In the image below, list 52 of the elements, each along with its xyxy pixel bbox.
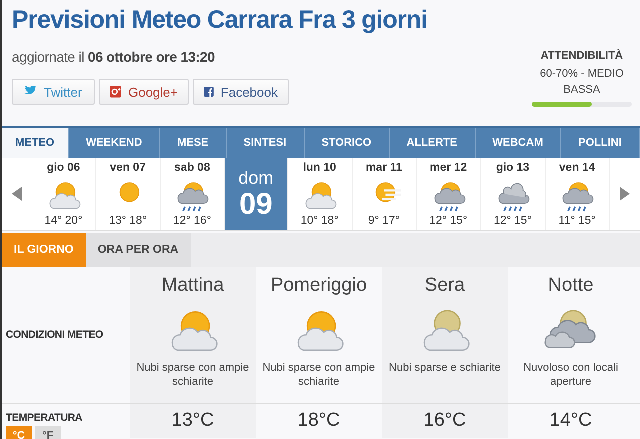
google-plus-icon xyxy=(110,86,122,98)
reliability-label: ATTENDIBILITÀ xyxy=(540,50,624,62)
period-name: Pomeriggio xyxy=(270,275,368,297)
temperature-range: 14° 20° xyxy=(44,215,83,227)
temperature-value: 13°C xyxy=(172,410,214,432)
period-name: Mattina xyxy=(162,275,224,297)
day-label: gio 06 xyxy=(47,162,80,174)
day-card[interactable]: gio 06 14° 20° xyxy=(32,158,96,230)
day-label: lun 10 xyxy=(303,162,336,174)
temperature-range: 12° 15° xyxy=(430,215,468,227)
condition-text: Nubi sparse con ampie schiarite xyxy=(136,361,250,389)
share-button[interactable]: Google+ xyxy=(99,79,189,105)
day-card[interactable]: mar 11 9° 17° xyxy=(352,158,417,230)
temperature-range: 13° 18° xyxy=(109,215,148,227)
day-label: gio 13 xyxy=(496,162,530,174)
day-label: mer 12 xyxy=(430,162,468,174)
share-button[interactable]: Twitter xyxy=(12,79,95,105)
temperature-value: 14°C xyxy=(550,410,592,432)
reliability-value: 60-70% - MEDIO BASSA xyxy=(539,67,625,98)
period-name: Sera xyxy=(424,275,466,297)
day-label: mar 11 xyxy=(366,162,402,174)
row-label: CONDIZIONI METEO xyxy=(6,329,104,341)
day-name: dom xyxy=(238,168,274,188)
nav-tab[interactable]: METEO xyxy=(2,128,69,158)
day-date: 09 xyxy=(239,188,273,220)
temperature-value: 16°C xyxy=(424,410,466,432)
facebook-icon xyxy=(204,86,214,98)
share-button[interactable]: Facebook xyxy=(193,79,289,105)
condition-text: Nuvoloso con locali aperture xyxy=(522,361,620,389)
day-label: sab 08 xyxy=(174,162,210,174)
update-text: aggiornate il 06 ottobre ore 13:20 xyxy=(12,49,216,65)
condition-text: Nubi sparse e schiarite xyxy=(389,361,501,375)
day-card[interactable]: lun 10 10° 18° xyxy=(288,158,352,230)
day-label: ven 07 xyxy=(110,162,146,174)
view-tab[interactable]: ORA PER ORA xyxy=(86,233,191,267)
temperature-range: 9° 17° xyxy=(368,215,400,227)
day-card[interactable]: gio 13 12° 15° xyxy=(481,158,546,230)
day-card[interactable]: dom 09 xyxy=(225,158,288,230)
temperature-range: 10° 18° xyxy=(300,215,339,227)
temperature-range: 12° 15° xyxy=(494,215,532,227)
period-name: Notte xyxy=(548,275,594,297)
temperature-range: 12° 16° xyxy=(173,215,212,227)
condition-text: Nubi sparse con ampie schiarite xyxy=(262,361,376,389)
temperature-value: 18°C xyxy=(298,410,340,432)
day-card[interactable]: ven 14 11° 15° xyxy=(546,158,610,230)
day-label: ven 14 xyxy=(559,162,596,174)
temperature-range: 11° 15° xyxy=(558,215,596,227)
row-label: TEMPERATURA xyxy=(6,412,84,424)
unit-toggle[interactable]: °F xyxy=(35,426,61,439)
day-card[interactable]: mer 12 12° 15° xyxy=(416,158,482,230)
day-card[interactable]: ven 07 13° 18° xyxy=(96,158,161,230)
page-title: Previsioni Meteo Carrara Fra 3 giorni xyxy=(12,6,428,35)
